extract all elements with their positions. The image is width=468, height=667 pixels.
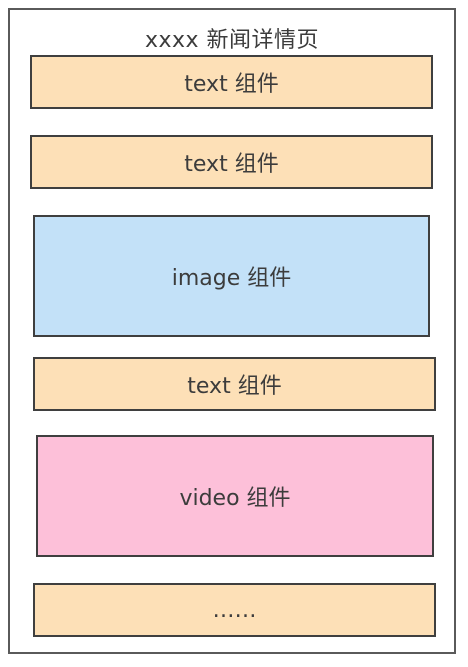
- page-title: xxxx 新闻详情页: [144, 28, 320, 53]
- image-component-block: image 组件: [33, 215, 430, 337]
- more-components-block: ……: [33, 583, 436, 637]
- text-component-block-3: text 组件: [33, 357, 436, 411]
- text-component-block-1: text 组件: [30, 55, 433, 109]
- text-component-block-2: text 组件: [30, 135, 433, 189]
- video-component-block: video 组件: [36, 435, 434, 557]
